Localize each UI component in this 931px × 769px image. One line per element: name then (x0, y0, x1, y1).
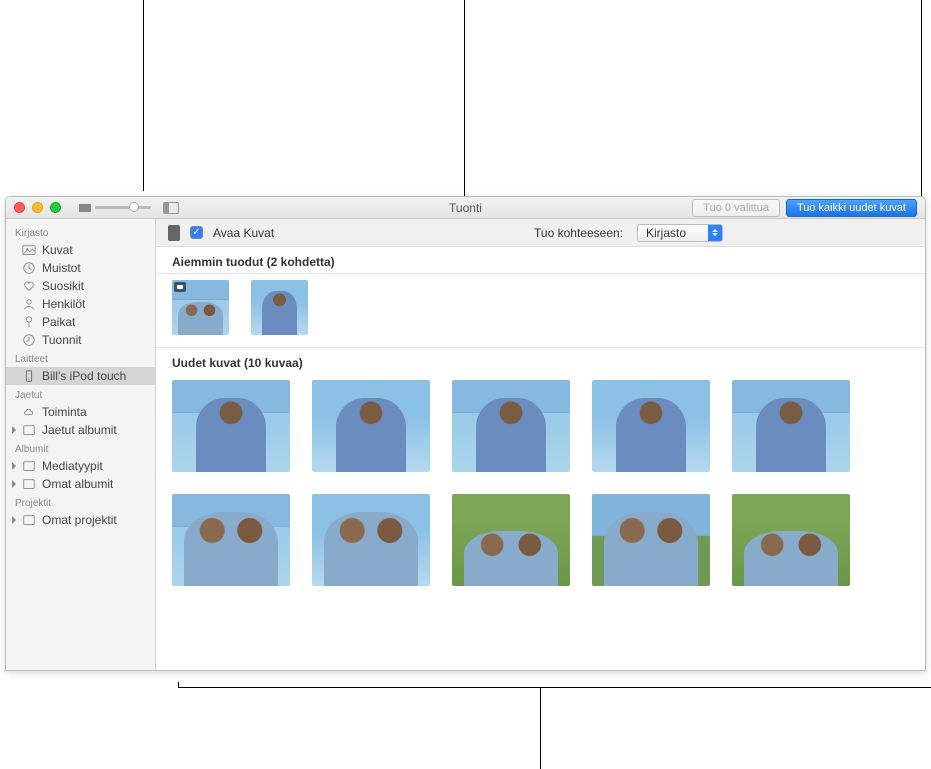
sidebar-item-label: Toiminta (42, 405, 87, 419)
sidebar-item-imports[interactable]: Tuonnit (6, 331, 155, 349)
sidebar-section-library: Kirjasto (6, 223, 155, 241)
minimize-button[interactable] (32, 202, 43, 213)
cloud-icon (22, 405, 36, 419)
photo-thumbnail[interactable] (172, 494, 290, 586)
window-controls (14, 202, 61, 213)
import-to-label: Tuo kohteeseen: (534, 226, 623, 240)
photo-thumbnail[interactable] (732, 494, 850, 586)
sidebar-item-shared-albums[interactable]: Jaetut albumit (6, 421, 155, 439)
imports-icon (22, 333, 36, 347)
photo-thumbnail[interactable] (732, 380, 850, 472)
album-icon (22, 477, 36, 491)
memories-icon (22, 261, 36, 275)
callout-line (143, 0, 144, 191)
sidebar-item-label: Jaetut albumit (42, 423, 117, 437)
heart-icon (22, 279, 36, 293)
pin-icon (22, 315, 36, 329)
new-items-header: Uudet kuvat (10 kuvaa) (156, 348, 925, 374)
device-icon (22, 369, 36, 383)
photo-thumbnail[interactable] (312, 380, 430, 472)
album-icon (22, 423, 36, 437)
sidebar-item-media-types[interactable]: Mediatyypit (6, 457, 155, 475)
callout-line (178, 687, 931, 688)
photo-thumbnail[interactable] (452, 494, 570, 586)
already-imported-row (156, 274, 925, 347)
disclosure-triangle-icon[interactable] (12, 462, 16, 470)
sidebar-item-label: Paikat (42, 315, 75, 329)
photo-thumbnail[interactable] (592, 494, 710, 586)
window-title: Tuonti (449, 201, 482, 215)
sidebar-item-label: Suosikit (42, 279, 84, 293)
app-window: Tuonti Tuo 0 valittua Tuo kaikki uudet k… (5, 196, 926, 671)
sidebar-section-projects: Projektit (6, 493, 155, 511)
sidebar-item-places[interactable]: Paikat (6, 313, 155, 331)
device-icon (168, 225, 180, 241)
zoom-button[interactable] (50, 202, 61, 213)
select-stepper-icon (708, 225, 722, 241)
sidebar-item-my-projects[interactable]: Omat projektit (6, 511, 155, 529)
album-icon (22, 459, 36, 473)
sidebar-item-activity[interactable]: Toiminta (6, 403, 155, 421)
sidebar-item-label: Henkilöt (42, 297, 85, 311)
sidebar-item-people[interactable]: Henkilöt (6, 295, 155, 313)
sidebar-item-my-albums[interactable]: Omat albumit (6, 475, 155, 493)
open-photos-label: Avaa Kuvat (213, 226, 274, 240)
callout-line (540, 687, 541, 769)
sidebar-item-photos[interactable]: Kuvat (6, 241, 155, 259)
zoom-slider[interactable] (95, 206, 151, 209)
photo-thumbnail[interactable] (172, 280, 229, 335)
sidebar-item-label: Mediatyypit (42, 459, 103, 473)
import-destination-value: Kirjasto (638, 226, 708, 240)
sidebar-section-shared: Jaetut (6, 385, 155, 403)
sidebar-item-device[interactable]: Bill's iPod touch (6, 367, 155, 385)
sidebar-item-favorites[interactable]: Suosikit (6, 277, 155, 295)
toggle-sidebar-button[interactable] (163, 202, 179, 214)
sidebar-item-memories[interactable]: Muistot (6, 259, 155, 277)
import-destination-select[interactable]: Kirjasto (637, 224, 723, 242)
disclosure-triangle-icon[interactable] (12, 516, 16, 524)
photo-thumbnail[interactable] (452, 380, 570, 472)
already-imported-header: Aiemmin tuodut (2 kohdetta) (156, 247, 925, 273)
photo-thumbnail[interactable] (592, 380, 710, 472)
zoom-slider-thumb[interactable] (129, 202, 139, 212)
open-photos-checkbox[interactable] (190, 226, 203, 239)
video-badge-icon (174, 282, 186, 292)
sidebar-item-label: Tuonnit (42, 333, 82, 347)
sidebar-item-label: Muistot (42, 261, 81, 275)
sidebar-item-label: Omat projektit (42, 513, 117, 527)
zoom-icon-small (79, 204, 91, 212)
people-icon (22, 297, 36, 311)
content-area: Avaa Kuvat Tuo kohteeseen: Kirjasto Aiem… (156, 219, 925, 670)
new-items-grid (156, 374, 925, 598)
sidebar: Kirjasto Kuvat Muistot Suosikit Henkilöt (6, 219, 156, 670)
sidebar-item-label: Kuvat (42, 243, 73, 257)
sidebar-item-label: Omat albumit (42, 477, 113, 491)
photo-thumbnail[interactable] (251, 280, 308, 335)
import-toolbar: Avaa Kuvat Tuo kohteeseen: Kirjasto (156, 219, 925, 247)
sidebar-section-devices: Laitteet (6, 349, 155, 367)
import-all-new-button[interactable]: Tuo kaikki uudet kuvat (786, 199, 917, 217)
sidebar-section-albums: Albumit (6, 439, 155, 457)
album-icon (22, 513, 36, 527)
photos-icon (22, 243, 36, 257)
callout-line (178, 682, 179, 688)
sidebar-item-label: Bill's iPod touch (42, 369, 126, 383)
thumbnail-zoom-control[interactable] (79, 204, 151, 212)
callout-line (921, 0, 922, 202)
titlebar: Tuonti Tuo 0 valittua Tuo kaikki uudet k… (6, 197, 925, 219)
disclosure-triangle-icon[interactable] (12, 426, 16, 434)
disclosure-triangle-icon[interactable] (12, 480, 16, 488)
photo-thumbnail[interactable] (172, 380, 290, 472)
photo-thumbnail[interactable] (312, 494, 430, 586)
close-button[interactable] (14, 202, 25, 213)
import-selected-button[interactable]: Tuo 0 valittua (692, 199, 780, 217)
